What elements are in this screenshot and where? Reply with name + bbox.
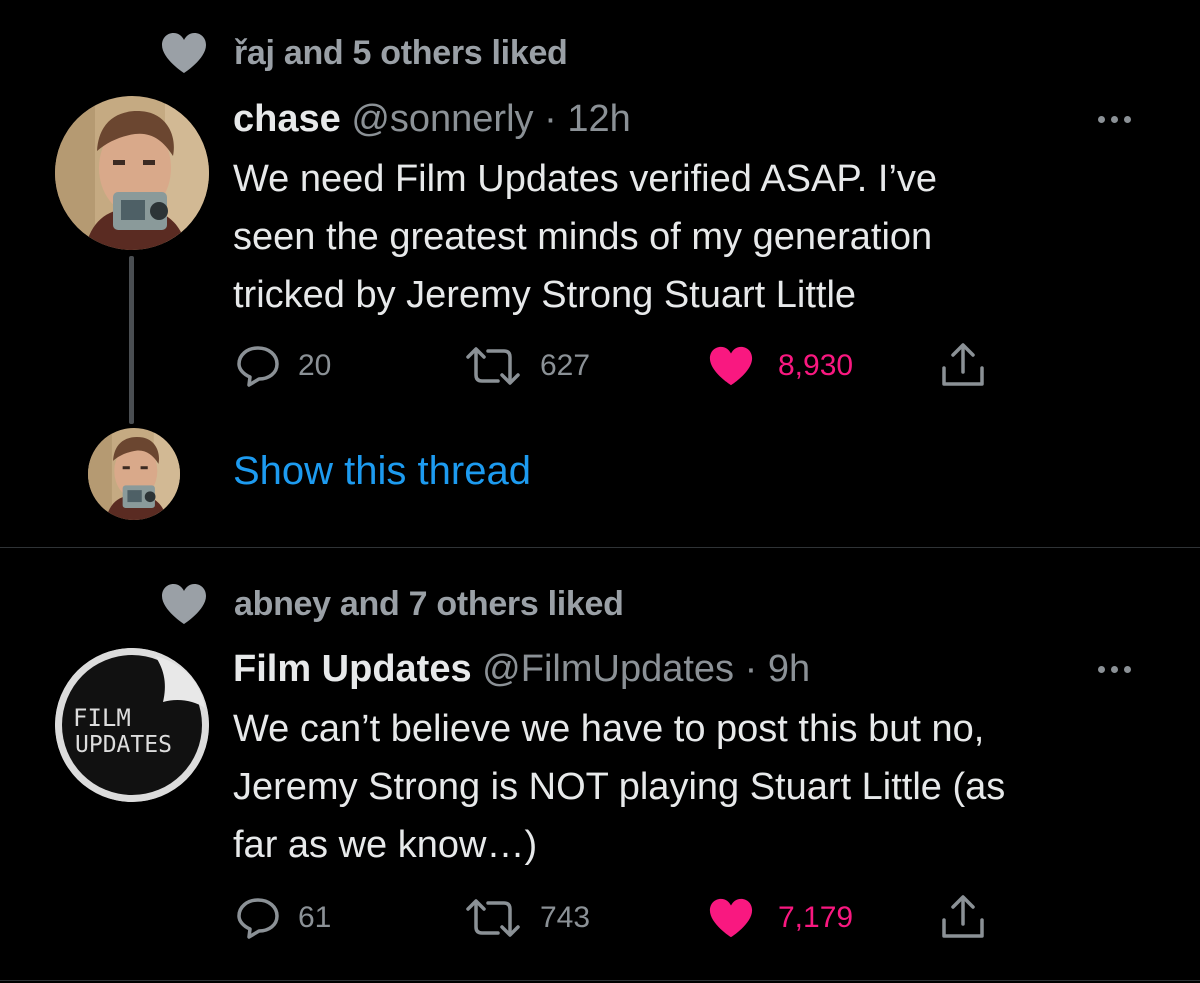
heart-icon	[162, 584, 206, 624]
retweet-icon	[466, 899, 520, 937]
tweet-actions: 20 627 8,930	[0, 342, 1200, 392]
more-dots-icon[interactable]	[1098, 116, 1131, 123]
share-icon	[942, 895, 984, 938]
author-name[interactable]: chase	[233, 98, 341, 140]
tweet-actions: 61 743 7,179	[0, 894, 1200, 944]
reply-count: 61	[298, 901, 332, 934]
share-button[interactable]	[940, 342, 986, 388]
social-context-text: abney and 7 others liked	[234, 584, 624, 623]
author-handle[interactable]: @FilmUpdates	[482, 648, 734, 690]
reply-icon	[237, 346, 279, 387]
thread-line	[129, 256, 134, 424]
timestamp[interactable]: 9h	[768, 648, 810, 690]
logo-text-film: FILM	[73, 704, 131, 732]
tweet-text-line: Jeremy Strong is NOT playing Stuart Litt…	[233, 766, 1006, 808]
tweet-text-line: We can’t believe we have to post this bu…	[233, 708, 985, 750]
tweet-text-line: far as we know…)	[233, 824, 538, 866]
heart-filled-icon	[709, 898, 753, 938]
reply-button[interactable]: 20	[236, 345, 331, 387]
tweet-text-line: We need Film Updates verified ASAP. I’ve	[233, 158, 938, 200]
retweet-button[interactable]: 627	[464, 345, 590, 387]
reply-button[interactable]: 61	[236, 897, 331, 939]
like-button[interactable]: 8,930	[708, 345, 853, 387]
tweet-text-line: seen the greatest minds of my generation	[233, 216, 933, 258]
timestamp[interactable]: 12h	[567, 98, 630, 140]
share-icon	[942, 343, 984, 386]
film-updates-logo: FILM UPDATES	[55, 648, 209, 802]
tweet-header: Film Updates @FilmUpdates · 9h	[233, 648, 810, 691]
avatar[interactable]: FILM UPDATES	[55, 648, 209, 802]
separator: ·	[544, 98, 557, 140]
avatar-photo	[55, 96, 209, 250]
reply-icon	[237, 898, 279, 939]
tweet-text-line: tricked by Jeremy Strong Stuart Little	[233, 274, 857, 316]
show-thread-link[interactable]: Show this thread	[233, 449, 531, 494]
tweet-header: chase @sonnerly · 12h	[233, 98, 631, 141]
like-button[interactable]: 7,179	[708, 897, 853, 939]
separator: ·	[744, 648, 758, 690]
author-name[interactable]: Film Updates	[233, 648, 472, 690]
social-context: řaj and 5 others liked	[160, 32, 568, 74]
more-dots-icon[interactable]	[1098, 666, 1131, 673]
avatar-photo	[88, 428, 180, 520]
tweet-text: We need Film Updates verified ASAP. I’ve…	[233, 150, 1173, 324]
retweet-icon	[466, 347, 520, 385]
heart-filled-icon	[709, 346, 753, 386]
share-button[interactable]	[940, 894, 986, 940]
like-count: 8,930	[778, 349, 854, 382]
retweet-count: 627	[540, 349, 591, 382]
retweet-button[interactable]: 743	[464, 897, 590, 939]
social-context: abney and 7 others liked	[160, 583, 624, 625]
social-context-text: řaj and 5 others liked	[234, 33, 568, 72]
reply-count: 20	[298, 349, 332, 382]
thread-avatar[interactable]	[88, 428, 180, 520]
author-handle[interactable]: @sonnerly	[351, 98, 533, 140]
avatar[interactable]	[55, 96, 209, 250]
tweet-text: We can’t believe we have to post this bu…	[233, 700, 1173, 874]
heart-icon	[162, 33, 206, 73]
retweet-count: 743	[540, 901, 591, 934]
tweet-chase[interactable]: řaj and 5 others liked chase @sonnerly ·…	[0, 0, 1200, 548]
like-count: 7,179	[778, 901, 854, 934]
tweet-film-updates[interactable]: abney and 7 others liked FILM UPDATES Fi…	[0, 548, 1200, 981]
logo-text-updates: UPDATES	[75, 732, 172, 758]
